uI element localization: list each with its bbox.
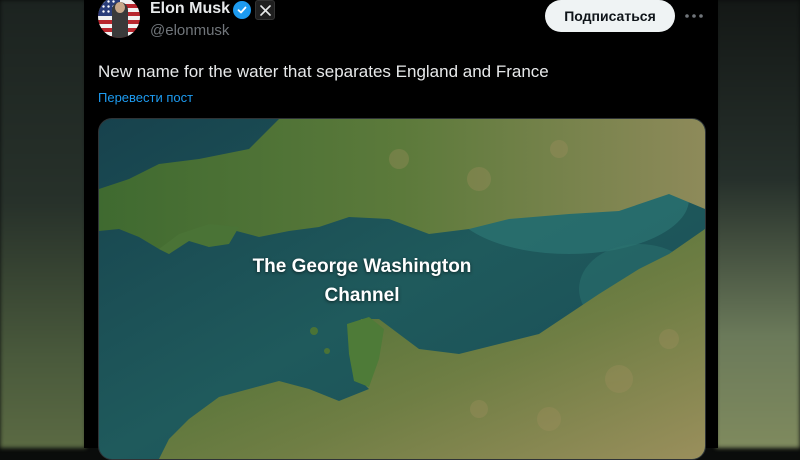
avatar[interactable] bbox=[98, 0, 140, 38]
author-handle[interactable]: @elonmusk bbox=[150, 22, 229, 39]
post-text: New name for the water that separates En… bbox=[98, 62, 549, 81]
tweet-card: Elon Musk @elonmusk Подписаться New name… bbox=[84, 0, 718, 460]
author-name[interactable]: Elon Musk bbox=[150, 0, 230, 18]
image-caption-line1: The George Washington bbox=[252, 256, 472, 277]
x-affiliate-icon bbox=[255, 0, 275, 20]
more-horizontal-icon[interactable] bbox=[682, 4, 706, 28]
post-image[interactable]: The George Washington Channel bbox=[98, 118, 706, 460]
translate-post-link[interactable]: Перевести пост bbox=[98, 90, 193, 105]
blurred-backdrop-left bbox=[0, 0, 86, 448]
avatar-person bbox=[112, 2, 128, 38]
verified-icon bbox=[233, 1, 251, 19]
follow-button[interactable]: Подписаться bbox=[545, 0, 675, 32]
image-caption-line2: Channel bbox=[324, 285, 400, 306]
blurred-backdrop-right bbox=[716, 0, 800, 448]
